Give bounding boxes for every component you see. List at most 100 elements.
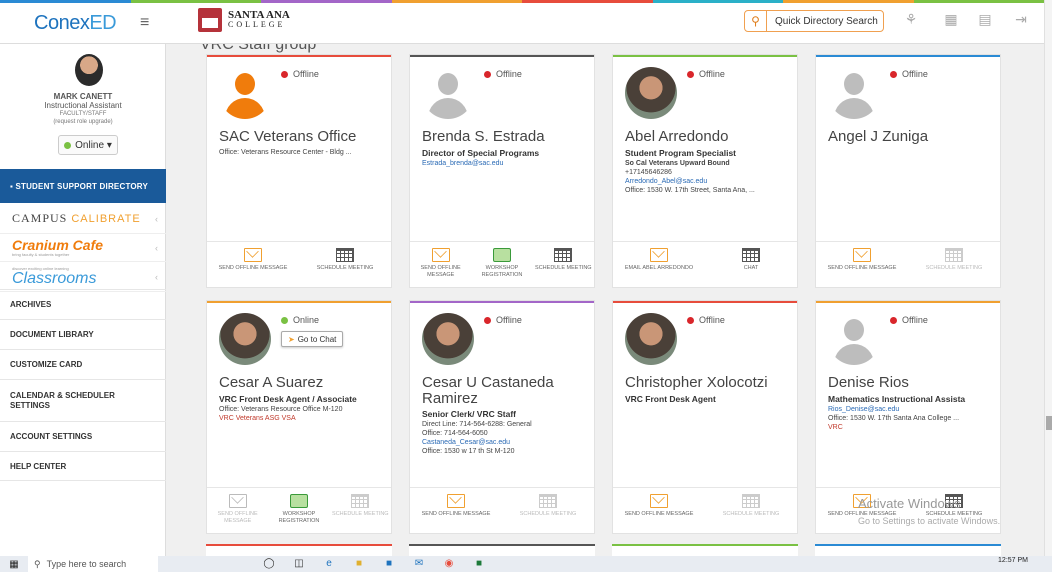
staff-photo[interactable]	[625, 67, 677, 119]
search-icon[interactable]: ⚲	[745, 11, 767, 31]
staff-name[interactable]: Angel J Zuniga	[828, 129, 928, 145]
page-scrollbar[interactable]	[1044, 0, 1052, 556]
staff-photo[interactable]	[422, 313, 474, 365]
staff-card[interactable]: Online ➤ Go to Chat Cesar A Suarez VRC Front…	[206, 300, 392, 534]
user-avatar[interactable]	[75, 54, 103, 86]
sidebar-item-calendar-settings[interactable]: CALENDAR & SCHEDULER SETTINGS	[0, 379, 166, 421]
chat-button[interactable]: CHAT	[705, 242, 797, 287]
chevron-left-icon[interactable]: ‹	[155, 272, 158, 282]
staff-photo[interactable]	[828, 67, 880, 119]
send-offline-message-button[interactable]: SEND OFFLINE MESSAGE	[816, 242, 908, 287]
sidebar-item-customize-card[interactable]: CUSTOMIZE CARD	[0, 349, 166, 379]
stripe-segment	[0, 0, 131, 3]
cranium-cafe-logo[interactable]: Cranium Cafe bring faculty & students to…	[0, 234, 166, 262]
classrooms-logo[interactable]: discover exciting online learning Classr…	[0, 262, 166, 292]
chrome-icon[interactable]: ◉	[438, 558, 460, 570]
sidebar-item-help-center[interactable]: HELP CENTER	[0, 451, 166, 481]
staff-name[interactable]: Brenda S. Estrada	[422, 129, 545, 145]
staff-name[interactable]: Christopher Xolocotzi	[625, 375, 768, 391]
staff-name[interactable]: Abel Arredondo	[625, 129, 728, 145]
activate-windows-title: Activate Windows	[858, 496, 961, 511]
chevron-left-icon[interactable]: ‹	[155, 214, 158, 224]
stripe-segment	[913, 0, 1044, 3]
staff-name[interactable]: Cesar U Castaneda	[422, 375, 554, 391]
envelope-icon	[244, 248, 262, 262]
cortana-icon[interactable]: ◯	[258, 558, 280, 570]
sidebar-item-archives[interactable]: ARCHIVES	[0, 289, 166, 319]
schedule-meeting-button[interactable]: SCHEDULE MEETING	[502, 488, 594, 533]
task-view-icon[interactable]: ◫	[288, 558, 310, 570]
workshop-registration-button[interactable]: WORKSHOP REGISTRATION	[471, 242, 532, 287]
mail-icon[interactable]: ✉	[408, 558, 430, 570]
staff-info-line[interactable]: Estrada_brenda@sac.edu	[422, 159, 588, 168]
staff-card[interactable]: Offline SAC Veterans Office Office: Vetera…	[206, 54, 392, 288]
staff-photo[interactable]	[625, 313, 677, 365]
envelope-icon	[650, 248, 668, 262]
schedule-meeting-button[interactable]: SCHEDULE MEETING	[330, 488, 391, 533]
action-label: SCHEDULE MEETING	[316, 265, 374, 271]
staff-info-line[interactable]: Rios_Denise@sac.edu	[828, 405, 994, 414]
windows-taskbar: ▦ ⚲ Type here to search ◯ ◫ e ■ ■ ✉ ◉ ■ …	[0, 556, 1052, 572]
schedule-meeting-button[interactable]: SCHEDULE MEETING	[299, 242, 391, 287]
building-icon[interactable]: ▦	[942, 11, 960, 31]
sidebar-item-student-support-directory[interactable]: ▪ STUDENT SUPPORT DIRECTORY	[0, 169, 166, 203]
staff-name-line2[interactable]: Ramirez	[422, 391, 478, 407]
status-dot-icon	[687, 70, 694, 78]
staff-name[interactable]: Denise Rios	[828, 375, 909, 391]
status-indicator: Offline	[687, 69, 725, 79]
staff-card[interactable]: Offline Angel J Zuniga SEND OFFLINE MESSAG…	[815, 54, 1001, 288]
calendar-icon[interactable]: ▤	[976, 11, 994, 31]
role-upgrade-link[interactable]: (request role upgrade)	[0, 119, 166, 125]
send-offline-message-button[interactable]: SEND OFFLINE MESSAGE	[410, 488, 502, 533]
action-label: SCHEDULE MEETING	[332, 511, 389, 517]
staff-card[interactable]: Offline Abel Arredondo Student Program Spe…	[612, 54, 798, 288]
chevron-left-icon[interactable]: ‹	[155, 243, 158, 253]
staff-photo[interactable]	[219, 313, 271, 365]
card-actions: SEND OFFLINE MESSAGE WORKSHOP REGISTRATIO…	[410, 241, 594, 287]
staff-name[interactable]: SAC Veterans Office	[219, 129, 356, 145]
logout-icon[interactable]: ⇥	[1012, 11, 1030, 31]
send-offline-message-button[interactable]: SEND OFFLINE MESSAGE	[207, 242, 299, 287]
staff-card[interactable]: Offline Christopher Xolocotzi VRC Front De…	[612, 300, 798, 534]
taskbar-clock[interactable]: 12:57 PM	[998, 557, 1028, 564]
sidebar-item-account-settings[interactable]: ACCOUNT SETTINGS	[0, 421, 166, 451]
store-icon[interactable]: ■	[378, 558, 400, 570]
campus-calibrate-logo[interactable]: CAMPUS CALIBRATE ‹	[0, 204, 166, 234]
schedule-meeting-button[interactable]: SCHEDULE MEETING	[908, 242, 1000, 287]
send-offline-message-button[interactable]: SEND OFFLINE MESSAGE	[613, 488, 705, 533]
bell-icon[interactable]: ⚘	[902, 11, 920, 31]
send-offline-message-button[interactable]: SEND OFFLINE MESSAGE	[207, 488, 268, 533]
staff-info-line: Office: Veterans Resource Center - Bldg …	[219, 149, 352, 156]
status-indicator: Offline	[687, 315, 725, 325]
status-dropdown[interactable]: Online ▾	[58, 135, 118, 155]
taskbar-search[interactable]: ⚲ Type here to search	[28, 556, 158, 572]
scrollbar-thumb[interactable]	[1046, 416, 1052, 430]
status-text: Offline	[902, 315, 928, 325]
staff-photo[interactable]	[422, 67, 474, 119]
quick-directory-search[interactable]: ⚲ Quick Directory Search	[744, 10, 884, 32]
schedule-meeting-button[interactable]: SCHEDULE MEETING	[533, 242, 594, 287]
sidebar-item-document-library[interactable]: DOCUMENT LIBRARY	[0, 319, 166, 349]
staff-photo[interactable]	[219, 67, 271, 119]
staff-info-line[interactable]: Castaneda_Cesar@sac.edu	[422, 438, 588, 447]
sidebar: MARK CANETT Instructional Assistant FACU…	[0, 44, 166, 556]
conexed-logo[interactable]: ConexED	[34, 12, 117, 35]
staff-name[interactable]: Cesar A Suarez	[219, 375, 323, 391]
go-to-chat-button[interactable]: ➤ Go to Chat	[281, 331, 344, 347]
staff-role: VRC Front Desk Agent	[625, 394, 716, 404]
schedule-meeting-button[interactable]: SCHEDULE MEETING	[705, 488, 797, 533]
send-offline-message-button[interactable]: EMAIL ABEL ARREDONDO	[613, 242, 705, 287]
workshop-registration-button[interactable]: WORKSHOP REGISTRATION	[268, 488, 329, 533]
file-explorer-icon[interactable]: ■	[348, 558, 370, 570]
search-placeholder[interactable]: Quick Directory Search	[767, 16, 878, 27]
staff-info-line[interactable]: Arredondo_Abel@sac.edu	[625, 177, 791, 186]
excel-icon[interactable]: ■	[468, 558, 490, 570]
edge-icon[interactable]: e	[318, 558, 340, 570]
staff-photo[interactable]	[828, 313, 880, 365]
envelope-icon	[853, 248, 871, 262]
hamburger-icon[interactable]: ≡	[140, 14, 149, 32]
staff-card[interactable]: Offline Brenda S. Estrada Director of Spec…	[409, 54, 595, 288]
send-offline-message-button[interactable]: SEND OFFLINE MESSAGE	[410, 242, 471, 287]
windows-start-icon[interactable]: ▦	[0, 556, 28, 572]
staff-card[interactable]: Offline Cesar U Castaneda Ramirez Senior Cl…	[409, 300, 595, 534]
